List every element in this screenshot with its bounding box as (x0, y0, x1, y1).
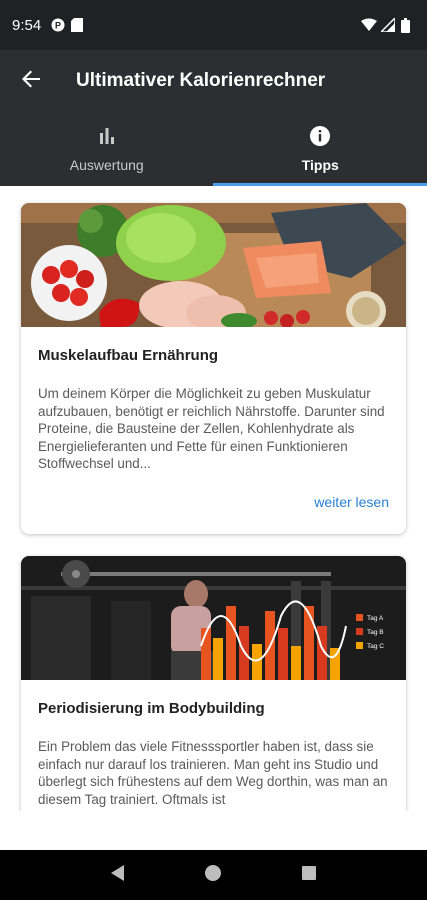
system-nav-bar (0, 850, 427, 900)
healthy-food-photo (21, 203, 406, 327)
back-triangle-icon (109, 864, 127, 887)
tip-card[interactable]: Muskelaufbau Ernährung Um deinem Körper … (21, 203, 406, 534)
recents-square-icon (301, 865, 317, 886)
legend-tag-a: Tag A (367, 615, 384, 622)
signal-icon (379, 16, 396, 33)
read-more-link[interactable]: weiter lesen (314, 494, 389, 510)
status-right-icons (361, 16, 415, 33)
page-title: Ultimativer Kalorienrechner (76, 70, 326, 91)
info-icon (308, 124, 332, 148)
gym-periodization-photo: Tag A Tag B Tag C (21, 556, 406, 680)
app-bar: Ultimativer Kalorienrechner Auswertung T… (0, 50, 427, 186)
status-bar: 9:54 P (0, 0, 427, 50)
status-left-icons: P (51, 18, 85, 32)
notification-p-icon: P (51, 18, 65, 32)
wifi-icon (361, 18, 377, 32)
legend-tag-c: Tag C (367, 643, 384, 650)
card-text: Ein Problem das viele Fitnesssportler ha… (38, 739, 388, 807)
tab-label: Tipps (301, 157, 339, 173)
card-text: Um deinem Körper die Möglichkeit zu gebe… (38, 386, 385, 471)
arrow-back-icon (21, 69, 41, 94)
tip-card[interactable]: Tag A Tag B Tag C Periodisierung im Body… (21, 556, 406, 811)
back-button[interactable] (18, 68, 44, 94)
tab-label: Auswertung (69, 157, 144, 173)
tab-tipps[interactable]: Tipps (214, 112, 427, 186)
svg-text:P: P (55, 21, 61, 31)
status-time: 9:54 (12, 16, 42, 34)
bar-chart-icon (95, 124, 119, 148)
tips-list[interactable]: Muskelaufbau Ernährung Um deinem Körper … (0, 186, 427, 811)
nav-recents-button[interactable] (297, 863, 321, 887)
battery-icon (401, 18, 415, 33)
legend-tag-b: Tag B (367, 629, 384, 636)
nav-home-button[interactable] (201, 863, 225, 887)
sd-card-icon (71, 18, 85, 32)
toolbar: Ultimativer Kalorienrechner (0, 50, 427, 112)
home-circle-icon (204, 864, 222, 887)
tab-bar: Auswertung Tipps (0, 112, 427, 186)
tab-auswertung[interactable]: Auswertung (0, 112, 214, 186)
nav-back-button[interactable] (106, 863, 130, 887)
card-title: Periodisierung im Bodybuilding (38, 700, 265, 717)
card-title: Muskelaufbau Ernährung (38, 347, 219, 364)
